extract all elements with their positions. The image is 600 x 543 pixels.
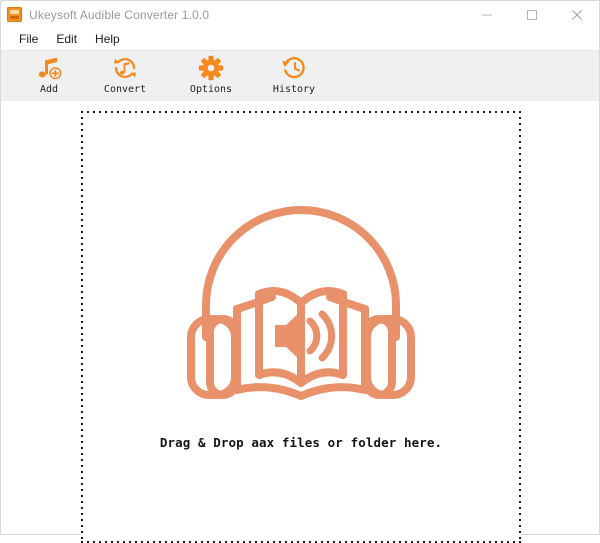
- toolbar-button-options[interactable]: Options: [177, 53, 245, 100]
- window-title: Ukeysoft Audible Converter 1.0.0: [29, 7, 210, 22]
- toolbar-button-history[interactable]: History: [260, 53, 328, 100]
- drop-zone[interactable]: Drag & Drop aax files or folder here.: [81, 111, 521, 543]
- menu-item-file[interactable]: File: [10, 30, 47, 49]
- toolbar-button-add[interactable]: Add: [15, 53, 83, 100]
- app-icon: [7, 7, 22, 22]
- title-bar: Ukeysoft Audible Converter 1.0.0: [1, 1, 599, 28]
- toolbar-label-history: History: [272, 84, 316, 95]
- convert-refresh-icon: [112, 54, 138, 81]
- menu-item-edit[interactable]: Edit: [47, 30, 86, 49]
- minimize-button[interactable]: [464, 1, 509, 28]
- menu-item-help[interactable]: Help: [86, 30, 129, 49]
- headphones-audiobook-icon: [180, 197, 422, 417]
- maximize-button[interactable]: [509, 1, 554, 28]
- close-icon: [571, 9, 582, 20]
- window-controls: [464, 1, 599, 28]
- toolbar-label-options: Options: [189, 84, 233, 95]
- close-button[interactable]: [554, 1, 599, 28]
- application-window: Ukeysoft Audible Converter 1.0.0 File Ed…: [0, 0, 600, 543]
- toolbar: Add Convert Options History: [1, 50, 599, 101]
- toolbar-label-add: Add: [39, 84, 59, 95]
- music-note-add-icon: [36, 54, 62, 81]
- drop-zone-message: Drag & Drop aax files or folder here.: [159, 435, 443, 450]
- content-area: Drag & Drop aax files or folder here.: [1, 101, 599, 543]
- maximize-icon: [526, 9, 537, 20]
- menu-bar: File Edit Help: [1, 28, 599, 50]
- gear-icon: [198, 54, 224, 81]
- toolbar-label-convert: Convert: [103, 84, 147, 95]
- toolbar-button-convert[interactable]: Convert: [91, 53, 159, 100]
- clock-history-icon: [281, 54, 307, 81]
- minimize-icon: [481, 14, 492, 15]
